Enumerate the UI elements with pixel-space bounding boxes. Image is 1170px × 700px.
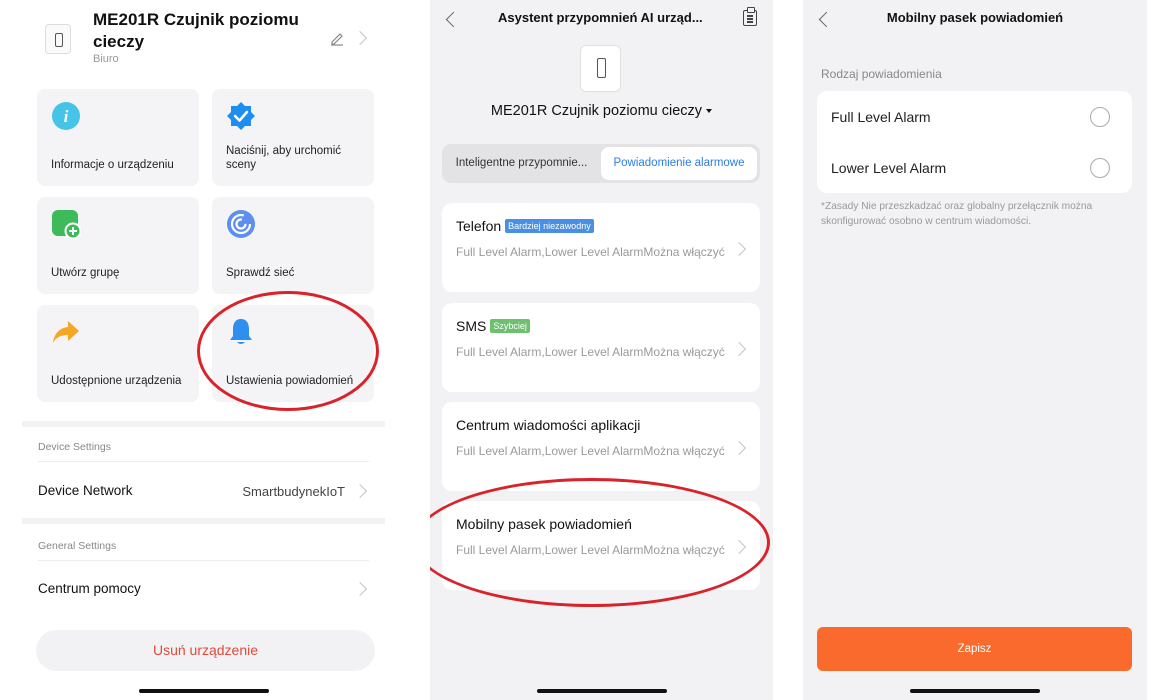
- option-label: Lower Level Alarm: [831, 160, 947, 176]
- row-divider: [38, 461, 369, 462]
- faster-badge: Szybciej: [490, 319, 530, 333]
- header-chevron-icon[interactable]: [352, 30, 368, 46]
- card-title: Telefon Bardziej niezawodny: [456, 218, 594, 234]
- mobile-notification-bar-panel: Mobilny pasek powiadomień Rodzaj powiado…: [803, 0, 1147, 700]
- card-description: Full Level Alarm,Lower Level AlarmMożna …: [456, 444, 725, 458]
- channel-card-phone[interactable]: Telefon Bardziej niezawodny Full Level Al…: [442, 203, 760, 292]
- home-indicator: [536, 689, 667, 693]
- device-title: ME201R Czujnik poziomu cieczy: [93, 10, 299, 51]
- device-sensor-icon: [580, 45, 621, 92]
- tile-create-group[interactable]: Utwórz grupę: [37, 197, 199, 294]
- add-group-icon: [52, 210, 81, 239]
- nav-title: Mobilny pasek powiadomień: [886, 10, 1064, 25]
- device-network-label: Device Network: [38, 483, 133, 498]
- help-center-row[interactable]: Centrum pomocy: [22, 564, 385, 614]
- help-center-label: Centrum pomocy: [38, 581, 141, 596]
- home-indicator: [910, 689, 1040, 693]
- tile-check-network[interactable]: Sprawdź sieć: [212, 197, 374, 294]
- card-title: Centrum wiadomości aplikacji: [456, 417, 641, 433]
- caret-down-icon: [706, 109, 713, 114]
- chevron-right-icon: [731, 440, 747, 456]
- device-thumbnail-icon: [45, 24, 71, 54]
- channel-card-mobile-notification-bar[interactable]: Mobilny pasek powiadomień Full Level Ala…: [442, 501, 760, 590]
- section-divider: [22, 421, 385, 427]
- chevron-right-icon: [352, 581, 368, 597]
- device-settings-panel: ME201R Czujnik poziomu cieczy Biuro i In…: [22, 0, 385, 700]
- option-label: Full Level Alarm: [831, 109, 931, 125]
- home-indicator: [138, 689, 269, 693]
- radio-button[interactable]: [1090, 107, 1110, 127]
- bell-icon: [230, 319, 252, 344]
- channel-card-sms[interactable]: SMS Szybciej Full Level Alarm,Lower Level…: [442, 303, 760, 392]
- tile-label: Utwórz grupę: [51, 267, 120, 279]
- tab-switcher: Inteligentne przypomnie... Powiadomienie…: [442, 144, 760, 183]
- section-divider: [22, 518, 385, 524]
- chevron-right-icon: [352, 483, 368, 499]
- tile-label: Udostępnione urządzenia: [51, 375, 182, 387]
- general-settings-heading: General Settings: [38, 540, 117, 552]
- nav-title: Asystent przypomnień AI urząd...: [498, 10, 703, 25]
- tile-label: Naciśnij, aby urchomić sceny: [226, 145, 342, 171]
- device-network-row[interactable]: Device Network SmartbudynekIoT: [22, 466, 385, 516]
- chevron-right-icon: [731, 241, 747, 257]
- tile-label: Sprawdź sieć: [226, 267, 295, 279]
- clipboard-icon[interactable]: [743, 7, 757, 26]
- card-description: Full Level Alarm,Lower Level AlarmMożna …: [456, 245, 725, 259]
- notification-type-heading: Rodzaj powiadomienia: [821, 67, 942, 81]
- chevron-right-icon: [731, 341, 747, 357]
- back-icon[interactable]: [445, 11, 462, 28]
- chevron-right-icon: [731, 539, 747, 555]
- settings-note: *Zasady Nie przeszkadzać oraz globalny p…: [821, 201, 1093, 227]
- card-description: Full Level Alarm,Lower Level AlarmMożna …: [456, 543, 725, 557]
- delete-device-button[interactable]: Usuń urządzenie: [36, 630, 375, 671]
- tile-shared-devices[interactable]: Udostępnione urządzenia: [37, 305, 199, 402]
- card-description: Full Level Alarm,Lower Level AlarmMożna …: [456, 345, 725, 359]
- tile-label: Informacje o urządzeniu: [51, 159, 174, 171]
- svg-text:i: i: [64, 107, 69, 126]
- share-icon: [53, 321, 79, 343]
- info-icon: i: [52, 102, 80, 130]
- reliable-badge: Bardziej niezawodny: [505, 219, 594, 233]
- row-divider: [38, 560, 369, 561]
- device-settings-heading: Device Settings: [38, 441, 111, 453]
- tile-label: Ustawienia powiadomień: [226, 375, 354, 387]
- option-lower-level-alarm[interactable]: Lower Level Alarm: [817, 142, 1132, 193]
- option-full-level-alarm[interactable]: Full Level Alarm: [817, 91, 1132, 142]
- tile-notification-settings[interactable]: Ustawienia powiadomień: [212, 305, 374, 402]
- device-network-value: SmartbudynekIoT: [242, 484, 345, 499]
- radio-button[interactable]: [1090, 158, 1110, 178]
- device-name: ME201R Czujnik poziomu cieczy: [490, 103, 703, 119]
- card-title: SMS Szybciej: [456, 318, 530, 334]
- save-button[interactable]: Zapisz: [817, 627, 1132, 671]
- alert-assistant-panel: Asystent przypomnień AI urząd... ME201R …: [430, 0, 773, 700]
- scene-check-icon: [227, 102, 255, 130]
- tile-device-info[interactable]: i Informacje o urządzeniu: [37, 89, 199, 186]
- notification-type-list: Full Level Alarm Lower Level Alarm: [817, 91, 1132, 193]
- network-check-icon: [227, 210, 255, 238]
- channel-card-app-message-center[interactable]: Centrum wiadomości aplikacji Full Level …: [442, 402, 760, 491]
- tile-run-scenes[interactable]: Naciśnij, aby urchomić sceny: [212, 89, 374, 186]
- device-selector[interactable]: ME201R Czujnik poziomu cieczy: [430, 103, 773, 119]
- tab-smart-reminders[interactable]: Inteligentne przypomnie...: [444, 147, 599, 180]
- edit-icon[interactable]: [329, 30, 345, 46]
- tab-alarm-notification[interactable]: Powiadomienie alarmowe: [601, 147, 757, 180]
- card-title: Mobilny pasek powiadomień: [456, 516, 632, 532]
- device-location: Biuro: [93, 53, 119, 65]
